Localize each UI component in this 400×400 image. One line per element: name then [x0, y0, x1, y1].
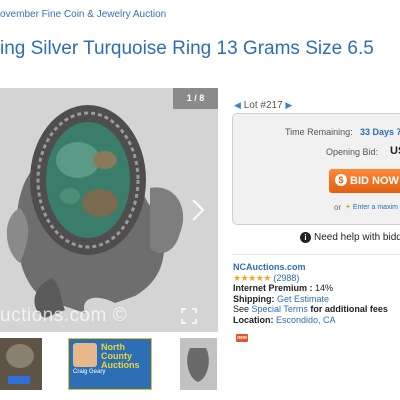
time-remaining-label: Time Remaining: — [285, 127, 353, 137]
premium-label: Internet Premium : — [233, 283, 313, 293]
opening-bid-label: Opening Bid: — [326, 147, 379, 157]
breadcrumb-auction-link[interactable]: ovember Fine Coin & Jewelry Auction — [0, 9, 166, 20]
ad-title: North County Auctions — [101, 342, 140, 370]
opening-bid-value: US — [390, 145, 400, 157]
lot-number: Lot #217 — [243, 100, 283, 111]
location-label: Location: — [233, 314, 274, 325]
dollar-icon: $ — [335, 174, 347, 186]
plus-icon: ✦ — [345, 204, 351, 211]
ad-subtitle: Craig Geary — [73, 369, 106, 375]
thumbnail-2-ad[interactable]: North County Auctions Craig Geary — [68, 338, 152, 390]
time-remaining-value: 33 Days 7 — [360, 127, 400, 137]
review-count-link[interactable]: (2988) — [273, 273, 299, 283]
photo-watermark: uctions.com © — [0, 305, 128, 326]
bidding-help-label: Need help with biddi — [314, 232, 400, 243]
info-icon: i — [300, 232, 311, 243]
bid-now-button[interactable]: $ BID NOW — [329, 169, 400, 193]
ad-portrait-image — [73, 343, 97, 367]
bid-panel: Time Remaining: 33 Days 7 Opening Bid: U… — [232, 113, 400, 225]
new-badge-icon: new — [236, 334, 248, 342]
seller-info: NCAuctions.com ★★★★★ (2988) Internet Pre… — [233, 262, 388, 325]
bid-now-label: BID NOW — [350, 175, 399, 187]
page-title: ing Silver Turquoise Ring 13 Grams Size … — [0, 38, 374, 59]
rating-stars-icon: ★★★★★ — [233, 272, 271, 283]
special-terms-link[interactable]: Special Terms — [252, 304, 308, 314]
left-arrow-icon[interactable]: ◀ — [234, 100, 241, 111]
ring-photo-image — [0, 88, 218, 332]
image-counter: 1 / 8 — [173, 88, 218, 109]
thumbnail-strip: North County Auctions Craig Geary — [0, 338, 230, 394]
fullscreen-icon[interactable] — [181, 308, 197, 324]
enter-max-bid-link[interactable]: ✦ Enter a maxim — [345, 203, 398, 211]
get-estimate-link[interactable]: Get Estimate — [277, 294, 329, 304]
thumbnail-3[interactable] — [180, 338, 217, 390]
lot-navigation: ◀ Lot #217 ▶ — [234, 100, 292, 111]
terms-suffix: for additional fees — [310, 304, 388, 314]
terms-prefix: See — [233, 304, 250, 314]
enter-max-bid-label: Enter a maxim — [352, 204, 398, 211]
location-value: Escondido, CA — [276, 314, 336, 325]
divider — [232, 254, 400, 255]
main-photo[interactable] — [0, 88, 218, 332]
thumbnail-1[interactable] — [0, 338, 42, 390]
shipping-label: Shipping: — [233, 293, 275, 304]
right-arrow-icon[interactable]: ▶ — [285, 100, 292, 111]
premium-value: 14% — [315, 283, 334, 293]
next-image-icon[interactable] — [187, 198, 211, 222]
or-text: or — [334, 203, 342, 212]
seller-name-link[interactable]: NCAuctions.com — [233, 262, 306, 272]
bidding-help-link[interactable]: i Need help with biddi — [300, 232, 400, 243]
